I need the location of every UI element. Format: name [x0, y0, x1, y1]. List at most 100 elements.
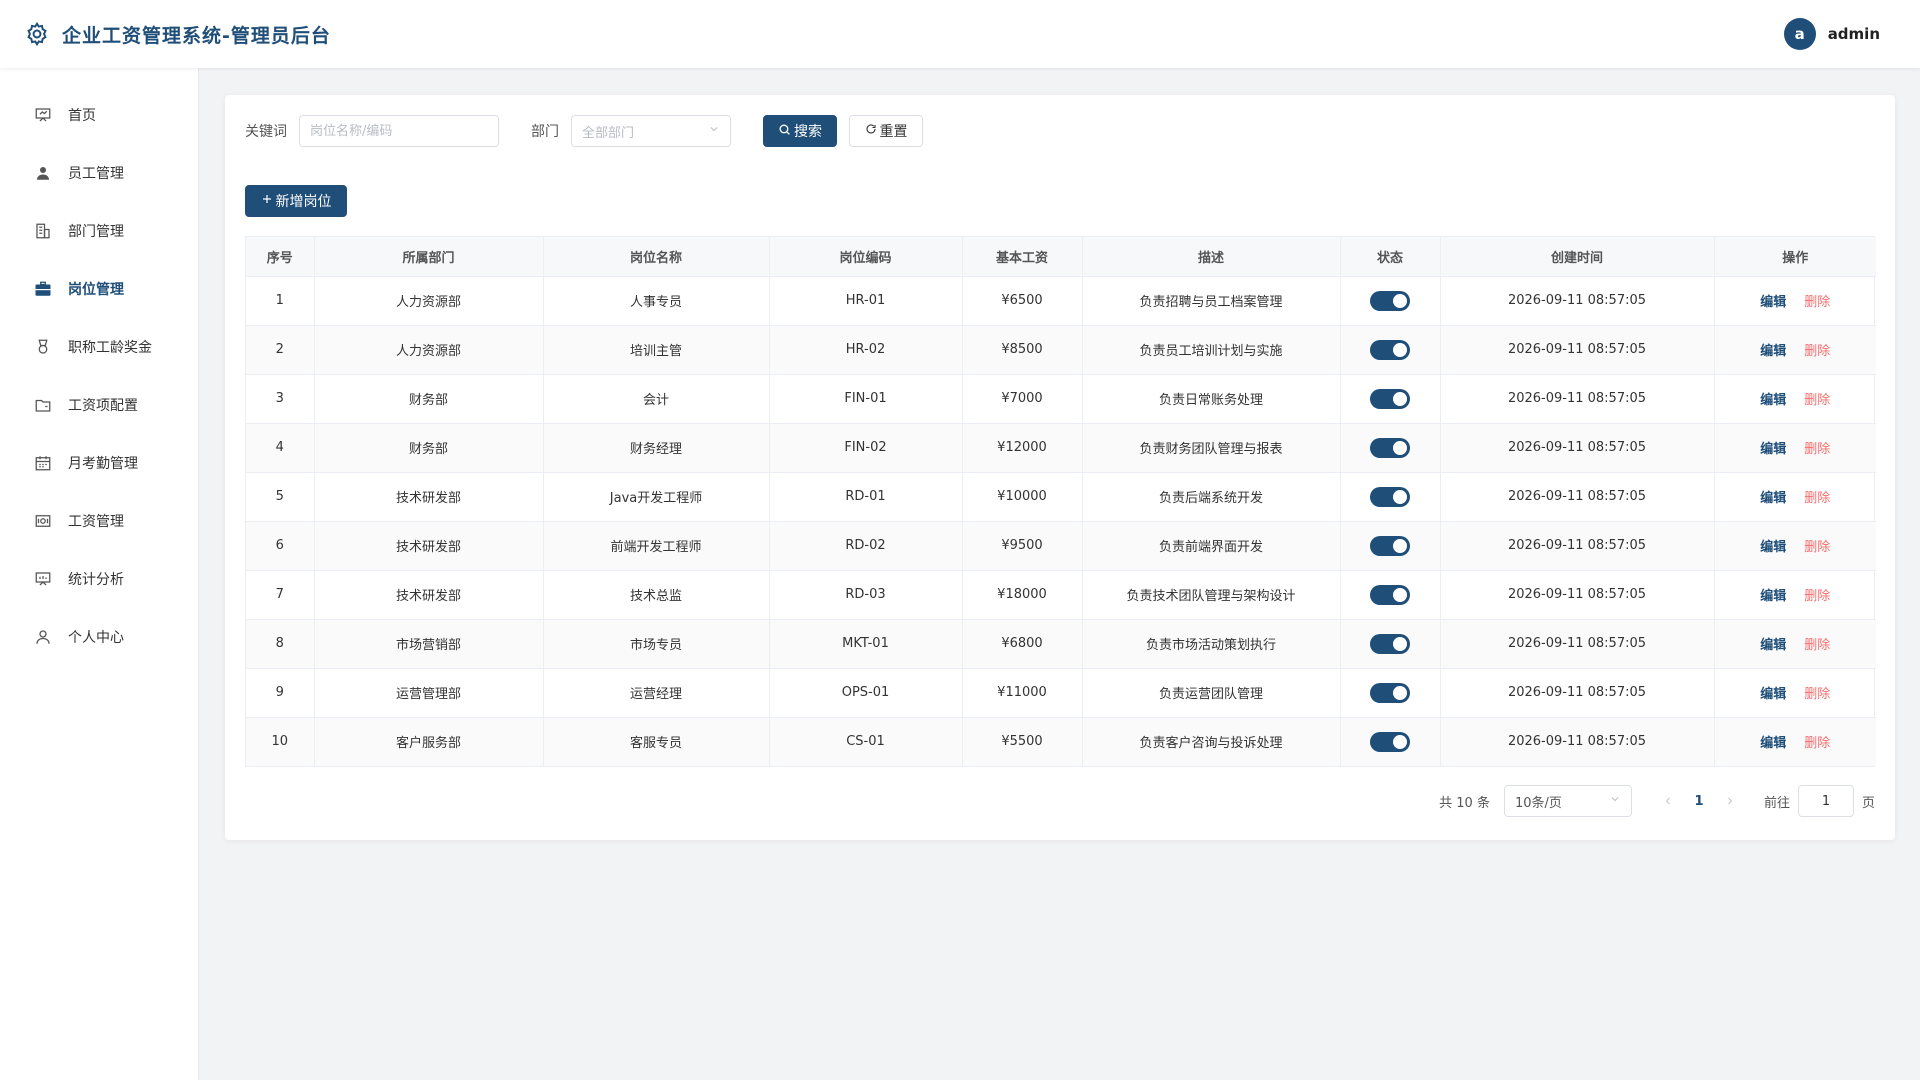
page-size-select[interactable]: 10条/页 — [1503, 785, 1632, 817]
delete-button[interactable]: 删除 — [1804, 638, 1830, 653]
user-menu[interactable]: a admin — [1783, 18, 1880, 50]
page-number-current[interactable]: 1 — [1684, 794, 1714, 809]
table-body: 1 人力资源部 人事专员 HR-01 ¥6500 负责招聘与员工档案管理 2026-09-1… — [246, 276, 1876, 766]
sidebar-item-departments[interactable]: 部门管理 — [0, 202, 198, 260]
position-code-cell: RD-03 — [769, 570, 963, 620]
avatar[interactable]: a — [1783, 18, 1816, 50]
position-code-cell: FIN-01 — [769, 374, 963, 424]
edit-button[interactable]: 编辑 — [1760, 687, 1786, 702]
delete-button[interactable]: 删除 — [1804, 393, 1830, 408]
money-icon — [34, 512, 52, 530]
position-code-cell: HR-01 — [769, 276, 963, 326]
search-button[interactable]: 搜索 — [763, 115, 837, 147]
status-toggle[interactable] — [1370, 388, 1410, 409]
edit-button[interactable]: 编辑 — [1760, 295, 1786, 310]
search-icon — [778, 123, 791, 140]
sidebar-item-profile[interactable]: 个人中心 — [0, 608, 198, 666]
sidebar-item-employees[interactable]: 员工管理 — [0, 144, 198, 202]
edit-button[interactable]: 编辑 — [1760, 393, 1786, 408]
position-name-cell: 财务经理 — [543, 423, 770, 473]
table-row: 6 技术研发部 前端开发工程师 RD-02 ¥9500 负责前端界面开发 2026-09-1… — [246, 521, 1876, 571]
department-cell: 财务部 — [314, 423, 544, 473]
status-cell — [1340, 521, 1441, 571]
keyword-input[interactable] — [299, 115, 499, 147]
page-suffix: 页 — [1861, 795, 1875, 811]
base-salary-cell: ¥12000 — [962, 423, 1083, 473]
status-toggle[interactable] — [1370, 731, 1410, 752]
sidebar-item-statistics[interactable]: 统计分析 — [0, 550, 198, 608]
status-toggle[interactable] — [1370, 633, 1410, 654]
table-row: 3 财务部 会计 FIN-01 ¥7000 负责日常账务处理 2026-09-11 08:5… — [246, 374, 1876, 424]
status-toggle[interactable] — [1370, 339, 1410, 360]
edit-button[interactable]: 编辑 — [1760, 638, 1786, 653]
created-time-cell: 2026-09-11 08:57:05 — [1440, 472, 1715, 522]
department-select[interactable]: 全部部门 — [571, 115, 731, 147]
description-cell: 负责财务团队管理与报表 — [1082, 423, 1341, 473]
edit-button[interactable]: 编辑 — [1760, 540, 1786, 555]
reset-button[interactable]: 重置 — [849, 115, 923, 147]
status-toggle[interactable] — [1370, 535, 1410, 556]
delete-button[interactable]: 删除 — [1804, 687, 1830, 702]
edit-button[interactable]: 编辑 — [1760, 442, 1786, 457]
prev-page-button[interactable] — [1652, 785, 1684, 817]
delete-button[interactable]: 删除 — [1804, 491, 1830, 506]
base-salary-cell: ¥5500 — [962, 717, 1083, 766]
status-toggle[interactable] — [1370, 437, 1410, 458]
department-cell: 技术研发部 — [314, 472, 544, 522]
description-cell: 负责技术团队管理与架构设计 — [1082, 570, 1341, 620]
table-row: 9 运营管理部 运营经理 OPS-01 ¥11000 负责运营团队管理 2026-09-11… — [246, 668, 1876, 718]
status-toggle[interactable] — [1370, 486, 1410, 507]
status-toggle[interactable] — [1370, 290, 1410, 311]
content-card: 关键词 部门 全部部门 搜索 重置 新增岗位 — [225, 95, 1895, 840]
edit-button[interactable]: 编辑 — [1760, 344, 1786, 359]
medal-icon — [34, 338, 52, 356]
sidebar-item-home[interactable]: 首页 — [0, 86, 198, 144]
next-page-button[interactable] — [1714, 785, 1746, 817]
toggle-knob — [1393, 636, 1407, 651]
department-cell: 客户服务部 — [314, 717, 544, 766]
position-name-cell: 技术总监 — [543, 570, 770, 620]
delete-button[interactable]: 删除 — [1804, 736, 1830, 751]
base-salary-cell: ¥6800 — [962, 619, 1083, 669]
column-header: 岗位编码 — [769, 237, 963, 277]
status-cell — [1340, 423, 1441, 473]
operations-cell: 编辑 删除 — [1714, 619, 1876, 669]
delete-button[interactable]: 删除 — [1804, 540, 1830, 555]
description-cell: 负责前端界面开发 — [1082, 521, 1341, 571]
delete-button[interactable]: 删除 — [1804, 295, 1830, 310]
sidebar-item-positions[interactable]: 岗位管理 — [0, 260, 198, 318]
edit-button[interactable]: 编辑 — [1760, 491, 1786, 506]
column-header: 所属部门 — [314, 237, 544, 277]
sidebar-item-salary[interactable]: 工资管理 — [0, 492, 198, 550]
description-cell: 负责客户咨询与投诉处理 — [1082, 717, 1341, 766]
position-name-cell: 市场专员 — [543, 619, 770, 669]
created-time-cell: 2026-09-11 08:57:05 — [1440, 668, 1715, 718]
sidebar-item-attendance[interactable]: 月考勤管理 — [0, 434, 198, 492]
sidebar-item-salary-items[interactable]: 工资项配置 — [0, 376, 198, 434]
username[interactable]: admin — [1828, 25, 1880, 43]
position-code-cell: CS-01 — [769, 717, 963, 766]
wallet-icon — [34, 396, 52, 414]
delete-button[interactable]: 删除 — [1804, 344, 1830, 359]
department-cell: 运营管理部 — [314, 668, 544, 718]
person-icon — [34, 628, 52, 646]
status-toggle[interactable] — [1370, 584, 1410, 605]
created-time-cell: 2026-09-11 08:57:05 — [1440, 325, 1715, 375]
department-cell: 技术研发部 — [314, 570, 544, 620]
add-position-button[interactable]: 新增岗位 — [245, 185, 347, 217]
delete-button[interactable]: 删除 — [1804, 442, 1830, 457]
column-header: 岗位名称 — [543, 237, 770, 277]
position-name-cell: 人事专员 — [543, 276, 770, 326]
pagination: 共 10 条 10条/页 1 前往 页 — [1439, 785, 1875, 817]
edit-button[interactable]: 编辑 — [1760, 589, 1786, 604]
chevron-left-icon — [1665, 797, 1670, 805]
user-icon — [34, 164, 52, 182]
position-code-cell: OPS-01 — [769, 668, 963, 718]
status-toggle[interactable] — [1370, 682, 1410, 703]
status-cell — [1340, 619, 1441, 669]
edit-button[interactable]: 编辑 — [1760, 736, 1786, 751]
goto-page-input[interactable] — [1797, 785, 1854, 817]
toggle-knob — [1393, 293, 1407, 308]
delete-button[interactable]: 删除 — [1804, 589, 1830, 604]
sidebar-item-bonus[interactable]: 职称工龄奖金 — [0, 318, 198, 376]
